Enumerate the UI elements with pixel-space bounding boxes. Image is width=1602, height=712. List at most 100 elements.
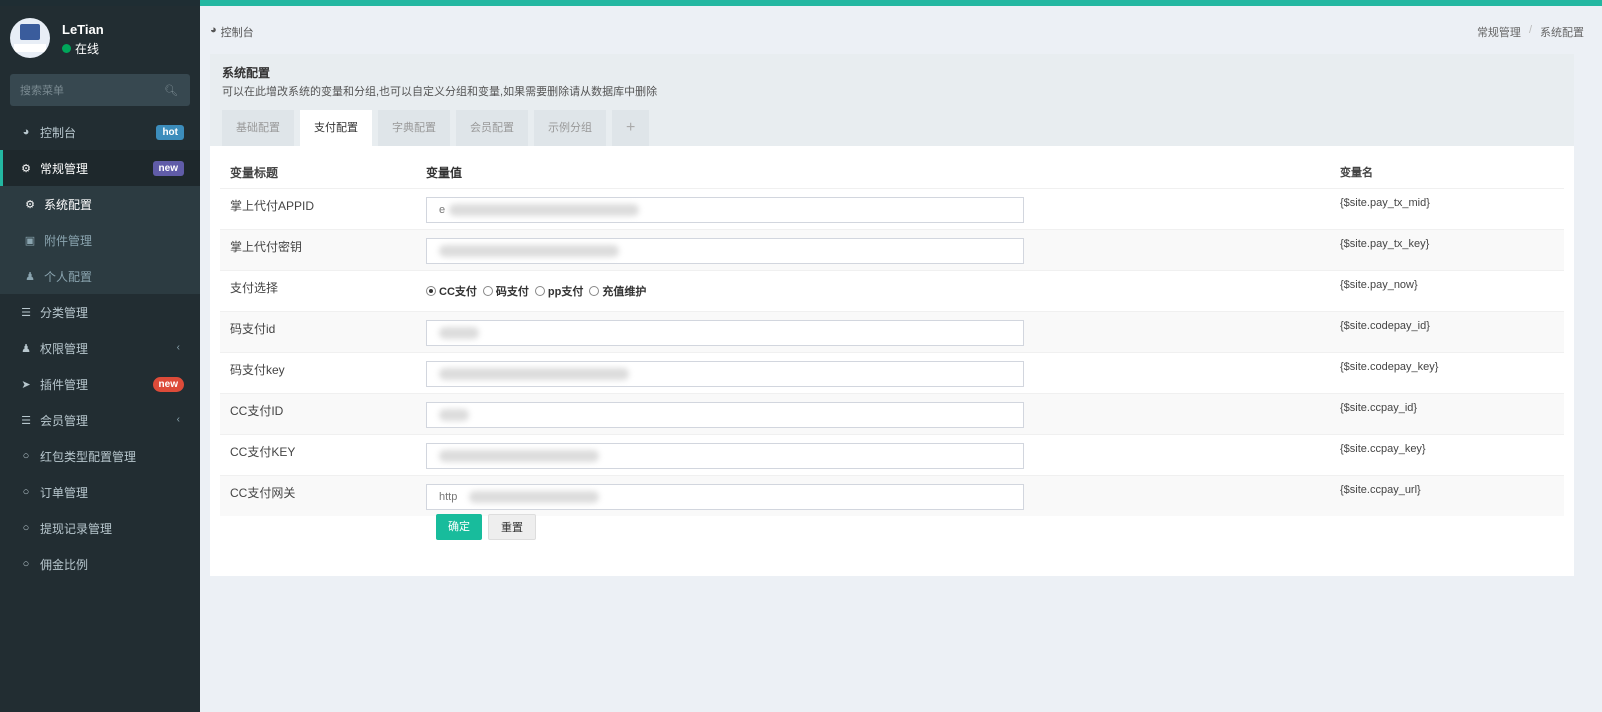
sidebar-item-redpacket[interactable]: ○ 红包类型配置管理 <box>0 438 200 474</box>
row-title: 掌上代付APPID <box>230 199 315 213</box>
dashboard-icon: ◕ <box>210 24 217 36</box>
user-icon: ♟ <box>25 270 35 283</box>
panel-description: 可以在此增改系统的变量和分组,也可以自定义分组和变量,如果需要删除请从数据库中删… <box>222 86 658 98</box>
ccpay-id-input[interactable] <box>426 402 1024 428</box>
ccpay-key-input[interactable] <box>426 443 1024 469</box>
sidebar-item-label: 红包类型配置管理 <box>40 449 137 464</box>
avatar[interactable] <box>10 18 50 58</box>
circle-icon: ○ <box>22 450 30 462</box>
chevron-left-icon: ‹ <box>176 342 180 353</box>
sidebar-item-orders[interactable]: ○ 订单管理 <box>0 474 200 510</box>
chevron-left-icon: ‹ <box>176 414 180 425</box>
radio-cc[interactable]: CC支付 <box>426 283 477 299</box>
ccpay-gateway-input[interactable]: http <box>426 484 1024 510</box>
table-row: 码支付key {$site.codepay_key} <box>220 352 1564 393</box>
user-name: LeTian <box>62 22 104 37</box>
row-var: {$site.ccpay_url} <box>1340 484 1421 496</box>
radio-label: 码支付 <box>495 286 529 298</box>
row-var: {$site.pay_tx_mid} <box>1340 197 1430 209</box>
search-icon[interactable]: 🔍︎ <box>164 84 178 97</box>
codepay-id-input[interactable] <box>426 320 1024 346</box>
sidebar-item-withdraw[interactable]: ○ 提现记录管理 <box>0 510 200 546</box>
sidebar-item-label: 会员管理 <box>40 413 89 428</box>
row-title: 码支付key <box>230 363 285 377</box>
circle-icon: ○ <box>22 522 30 534</box>
codepay-key-input[interactable] <box>426 361 1024 387</box>
radio-pp[interactable]: pp支付 <box>534 283 583 299</box>
header-title: 变量标题 <box>230 165 279 180</box>
sidebar-item-label: 常规管理 <box>40 161 89 176</box>
sidebar-item-profile[interactable]: ♟ 个人配置 <box>0 258 200 294</box>
sidebar-item-system-config[interactable]: ⚙ 系统配置 <box>0 186 200 222</box>
sidebar-item-general[interactable]: ⚙ 常规管理 new <box>0 150 200 186</box>
table-row: CC支付ID {$site.ccpay_id} <box>220 393 1564 434</box>
form-actions: 确定 重置 <box>436 514 536 540</box>
redaction <box>469 491 599 503</box>
sidebar-item-attachments[interactable]: ▣ 附件管理 <box>0 222 200 258</box>
row-var: {$site.codepay_id} <box>1340 320 1430 332</box>
confirm-button[interactable]: 确定 <box>436 514 482 540</box>
cogs-icon: ⚙ <box>21 162 31 175</box>
tab-member[interactable]: 会员配置 <box>456 110 528 146</box>
sidebar-item-dashboard[interactable]: ◕ 控制台 hot <box>0 114 200 150</box>
tab-basic[interactable]: 基础配置 <box>222 110 294 146</box>
appid-input[interactable]: e <box>426 197 1024 223</box>
reset-button[interactable]: 重置 <box>488 514 536 540</box>
add-tab-button[interactable]: + <box>612 110 650 146</box>
group-icon: ♟ <box>21 342 31 355</box>
table-row: 码支付id {$site.codepay_id} <box>220 311 1564 352</box>
row-var: {$site.codepay_key} <box>1340 361 1439 373</box>
row-title: CC支付ID <box>230 404 284 418</box>
hot-badge: hot <box>156 125 184 140</box>
row-title: 支付选择 <box>230 281 279 295</box>
radio-code[interactable]: 码支付 <box>482 283 529 299</box>
rocket-icon: ➤ <box>21 378 31 391</box>
circle-icon: ○ <box>22 486 30 498</box>
secret-key-input[interactable] <box>426 238 1024 264</box>
table-row: CC支付网关 http {$site.ccpay_url} <box>220 475 1564 516</box>
table-header: 变量标题 变量值 变量名 <box>220 156 1564 188</box>
search-placeholder: 搜索菜单 <box>20 85 64 97</box>
file-image-icon: ▣ <box>24 234 36 247</box>
radio-unchecked-icon <box>589 286 600 296</box>
breadcrumb-current: 系统配置 <box>1540 27 1584 39</box>
radio-unchecked-icon <box>534 286 545 296</box>
redaction <box>439 327 479 339</box>
new-badge: new <box>152 377 184 392</box>
config-tabs: 基础配置 支付配置 字典配置 会员配置 示例分组 + <box>222 110 650 146</box>
row-var: {$site.pay_tx_key} <box>1340 238 1430 250</box>
sidebar-item-label: 控制台 <box>40 125 77 140</box>
breadcrumb-parent[interactable]: 常规管理 <box>1477 24 1521 40</box>
config-table: 变量标题 变量值 变量名 掌上代付APPID e {$site.pay_tx_m… <box>220 156 1564 516</box>
sidebar: LeTian 在线 搜索菜单 🔍︎ ◕ 控制台 hot ⚙ 常规管理 new ⚙ 系统配置… <box>0 6 200 712</box>
sidebar-item-plugins[interactable]: ➤ 插件管理 new <box>0 366 200 402</box>
redaction <box>439 450 599 462</box>
tab-dictionary[interactable]: 字典配置 <box>378 110 450 146</box>
page-heading-label: 控制台 <box>220 27 254 39</box>
table-row: 掌上代付密钥 {$site.pay_tx_key} <box>220 229 1564 270</box>
radio-label: 充值维护 <box>602 286 647 298</box>
search-input[interactable]: 搜索菜单 🔍︎ <box>10 74 190 106</box>
sidebar-item-label: 分类管理 <box>40 305 89 320</box>
sidebar-menu: ◕ 控制台 hot ⚙ 常规管理 new ⚙ 系统配置 ▣ 附件管理 ♟ 个人配置 ☰ 分类管理… <box>0 114 200 582</box>
user-panel: LeTian 在线 <box>0 6 200 72</box>
tab-example[interactable]: 示例分组 <box>534 110 606 146</box>
sidebar-item-auth[interactable]: ♟ 权限管理 ‹ <box>0 330 200 366</box>
sidebar-item-category[interactable]: ☰ 分类管理 <box>0 294 200 330</box>
radio-maintenance[interactable]: 充值维护 <box>589 283 646 299</box>
panel-header: 系统配置 可以在此增改系统的变量和分组,也可以自定义分组和变量,如果需要删除请从… <box>210 54 1574 146</box>
sidebar-item-members[interactable]: ☰ 会员管理 ‹ <box>0 402 200 438</box>
circle-icon: ○ <box>22 558 30 570</box>
row-var: {$site.ccpay_key} <box>1340 443 1426 455</box>
user-status-label: 在线 <box>75 42 100 56</box>
sidebar-item-commission[interactable]: ○ 佣金比例 <box>0 546 200 582</box>
radio-checked-icon <box>426 286 436 296</box>
sidebar-item-label: 附件管理 <box>44 233 93 248</box>
row-title: 掌上代付密钥 <box>230 240 303 254</box>
sidebar-item-label: 系统配置 <box>44 197 93 212</box>
row-title: CC支付网关 <box>230 486 296 500</box>
panel-title: 系统配置 <box>222 66 271 80</box>
main-content: ◕ 控制台 常规管理 / 系统配置 系统配置 可以在此增改系统的变量和分组,也可… <box>200 6 1602 712</box>
tab-payment[interactable]: 支付配置 <box>300 110 372 146</box>
input-value: e <box>439 204 446 216</box>
